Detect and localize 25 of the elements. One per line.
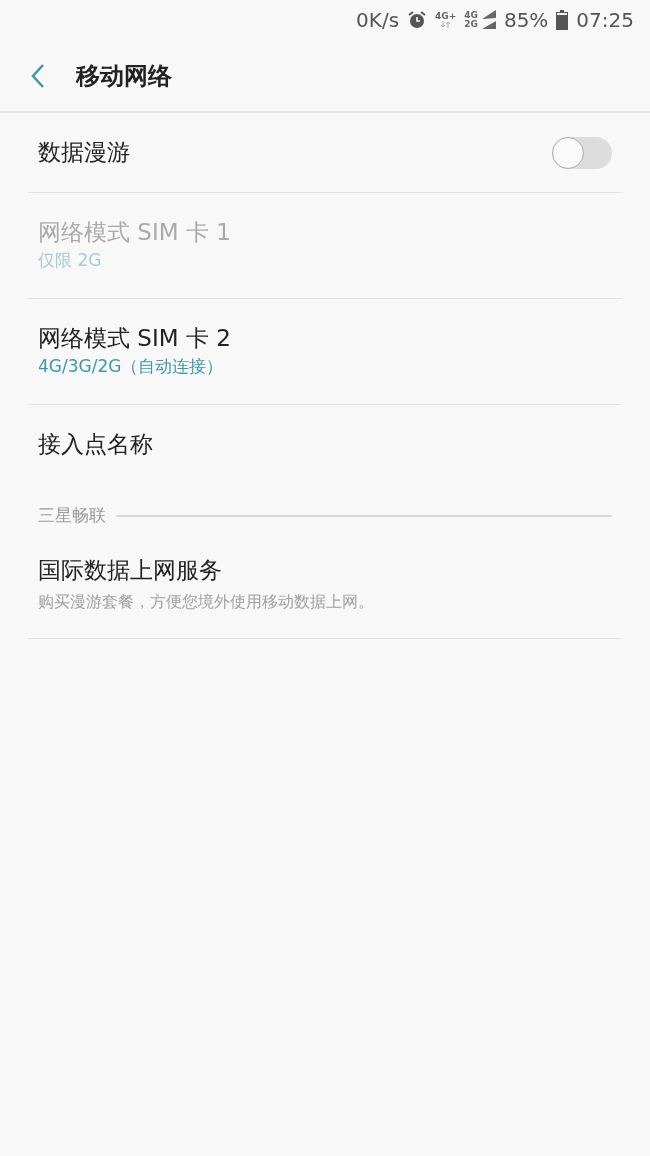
setting-title: 接入点名称: [38, 430, 154, 460]
network-speed: 0K/s: [356, 7, 400, 34]
data-arrows-icon: [440, 21, 451, 28]
settings-item[interactable]: 网络模式 SIM 卡 2 4G/3G/2G（自动连接）: [28, 299, 622, 405]
setting-title: 国际数据上网服务: [38, 556, 223, 586]
settings-item[interactable]: 接入点名称: [28, 405, 622, 485]
signal-icon: [481, 10, 496, 30]
network-type: 2G: [464, 20, 478, 29]
page-title: 移动网络: [76, 60, 172, 92]
setting-value: 4G/3G/2G（自动连接）: [38, 354, 225, 378]
back-button[interactable]: [30, 62, 46, 89]
clock: 07:25: [576, 7, 634, 34]
network-type: 4G+: [435, 12, 457, 21]
battery-icon: [556, 10, 569, 30]
setting-title: 网络模式 SIM 卡 2: [38, 323, 232, 353]
battery-percent: 85%: [503, 7, 549, 34]
setting-title: 网络模式 SIM 卡 1: [38, 217, 232, 247]
setting-value: 仅限 2G: [38, 248, 103, 272]
setting-title: 数据漫游: [38, 137, 131, 167]
network-type: 4G: [464, 11, 478, 20]
section-header: 三星畅联: [38, 504, 106, 527]
toggle-switch[interactable]: [552, 136, 612, 169]
settings-item[interactable]: 国际数据上网服务 购买漫游套餐，方便您境外使用移动数据上网。: [28, 532, 622, 639]
alarm-icon: [407, 10, 428, 30]
setting-description: 购买漫游套餐，方便您境外使用移动数据上网。: [38, 590, 375, 613]
